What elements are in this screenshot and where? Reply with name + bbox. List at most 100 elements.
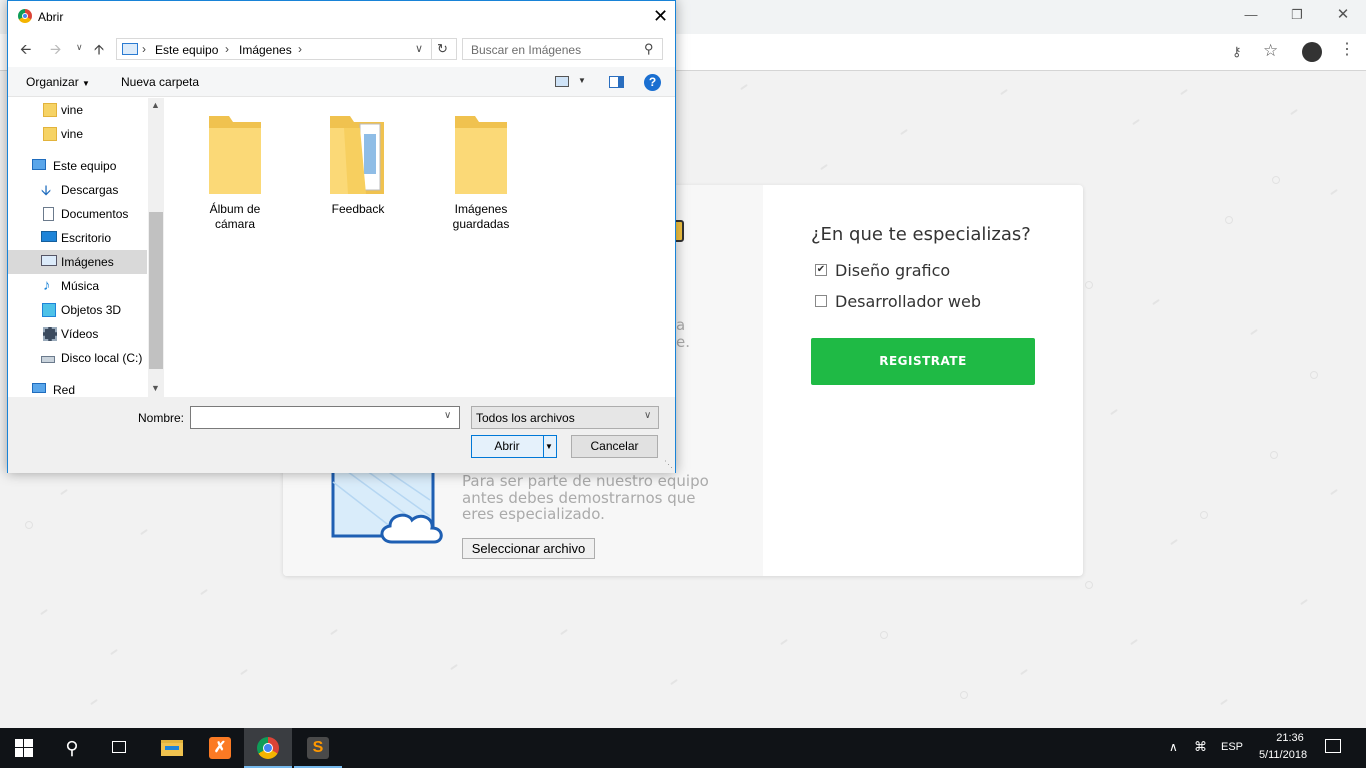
file-explorer-icon[interactable] xyxy=(148,728,196,768)
navigation-pane: vine vine Este equipo 🡫 Descargas Docume… xyxy=(8,98,163,397)
up-icon[interactable]: 🡩 xyxy=(94,39,104,63)
nav-item-label: Imágenes xyxy=(61,255,114,269)
breadcrumb-imagenes[interactable]: Imágenes xyxy=(239,43,292,57)
clock-date[interactable]: 5/11/2018 xyxy=(1252,749,1314,761)
avatar[interactable] xyxy=(1302,42,1322,62)
nav-item-vine-2[interactable]: vine xyxy=(8,122,146,146)
nav-item-descargas[interactable]: 🡫 Descargas xyxy=(8,178,146,202)
folder-label: cámara xyxy=(214,217,255,231)
task-view-icon[interactable] xyxy=(96,728,144,768)
nav-item-musica[interactable]: ♪ Música xyxy=(8,274,146,298)
chrome-icon xyxy=(18,9,32,23)
chevron-down-icon[interactable]: ∨ xyxy=(415,42,423,55)
breadcrumb-este-equipo[interactable]: Este equipo xyxy=(155,43,218,57)
address-bar[interactable]: › Este equipo › Imágenes › ∨ ↻ xyxy=(116,38,457,60)
back-icon[interactable]: 🡨 xyxy=(20,39,31,63)
option-checkbox-design[interactable]: ✔ xyxy=(815,264,827,276)
nav-item-label: Descargas xyxy=(61,183,119,197)
breadcrumb-separator: › xyxy=(225,42,229,56)
option-checkbox-web[interactable] xyxy=(815,295,827,307)
select-file-button[interactable]: Seleccionar archivo xyxy=(462,538,595,559)
sublime-text-icon[interactable]: S xyxy=(294,728,342,768)
folder-label: Álbum de xyxy=(209,202,261,216)
pictures-icon xyxy=(41,255,57,266)
scroll-down-icon[interactable]: ▼ xyxy=(151,383,160,393)
chevron-down-icon[interactable]: ∨ xyxy=(76,42,83,53)
organize-label: Organizar xyxy=(26,75,79,89)
network-icon xyxy=(32,383,46,393)
folder-icon xyxy=(43,103,57,117)
chrome-taskbar-icon[interactable] xyxy=(244,728,292,768)
folder-item-imagenes-guardadas[interactable]: Imágenes guardadas xyxy=(426,114,536,232)
pictures-icon xyxy=(122,43,138,55)
taskbar: ⚲ ✗ S ∧ ⌘ ESP 21:36 5/11/2018 xyxy=(0,728,1366,768)
menu-icon[interactable]: ⋮ xyxy=(1339,42,1355,58)
close-browser-button[interactable]: ✕ xyxy=(1331,6,1355,24)
cancel-button[interactable]: Cancelar xyxy=(571,435,658,458)
filename-label: Nombre: xyxy=(138,411,185,425)
notification-icon[interactable] xyxy=(1325,739,1341,753)
minimize-button[interactable]: — xyxy=(1239,6,1263,24)
dropdown-arrow-icon[interactable]: ▼ xyxy=(545,436,553,457)
dialog-footer: Nombre: ∨ Todos los archivos ∨ Abrir ▼ C… xyxy=(8,397,675,473)
wifi-icon[interactable]: ⌘ xyxy=(1194,739,1207,755)
star-icon[interactable]: ☆ xyxy=(1263,41,1278,61)
specialization-question: ¿En que te especializas? xyxy=(811,224,1031,245)
resize-grip-icon[interactable]: ⋱ xyxy=(664,459,673,470)
chevron-down-icon[interactable]: ∨ xyxy=(644,410,651,421)
view-icon[interactable] xyxy=(555,76,569,87)
refresh-icon[interactable]: ↻ xyxy=(437,41,448,57)
close-icon[interactable]: ✕ xyxy=(653,7,668,25)
computer-icon xyxy=(32,159,46,170)
scrollbar-thumb[interactable] xyxy=(149,212,163,369)
nav-item-label: Disco local (C:) xyxy=(61,351,143,365)
nav-item-objetos-3d[interactable]: Objetos 3D xyxy=(8,298,146,322)
chevron-down-icon[interactable]: ∨ xyxy=(444,410,451,421)
help-icon[interactable]: ? xyxy=(644,74,661,91)
open-file-dialog: Abrir ✕ 🡨 🡪 ∨ 🡩 › Este equipo › Imágenes… xyxy=(7,0,676,473)
chevron-up-icon[interactable]: ∧ xyxy=(1169,740,1178,754)
nav-item-disco-local[interactable]: Disco local (C:) xyxy=(8,346,146,370)
search-icon[interactable]: ⚲ xyxy=(48,728,96,768)
download-icon: 🡫 xyxy=(41,182,52,198)
forward-icon[interactable]: 🡪 xyxy=(50,39,61,63)
dropdown-arrow-icon[interactable]: ▼ xyxy=(578,76,586,85)
restore-button[interactable]: ❐ xyxy=(1285,6,1309,24)
search-icon[interactable]: ⚲ xyxy=(644,41,654,57)
nav-item-vine-1[interactable]: vine xyxy=(8,98,146,122)
nav-item-videos[interactable]: Vídeos xyxy=(8,322,146,346)
organize-button[interactable]: Organizar ▼ xyxy=(26,75,90,89)
file-type-select[interactable]: Todos los archivos ∨ xyxy=(471,406,659,429)
video-icon xyxy=(43,327,57,341)
nav-item-escritorio[interactable]: Escritorio xyxy=(8,226,146,250)
partial-text: e. xyxy=(676,333,690,351)
nav-scrollbar[interactable]: ▲ ▼ xyxy=(148,98,164,397)
folder-icon xyxy=(43,127,57,141)
file-list: Álbum de cámara Feedback Imágenes guarda… xyxy=(164,98,675,397)
open-button-label: Abrir xyxy=(494,439,520,453)
nav-item-este-equipo[interactable]: Este equipo xyxy=(8,154,146,178)
nav-item-label: Música xyxy=(61,279,100,293)
nav-item-label: Escritorio xyxy=(61,231,112,245)
nav-item-documentos[interactable]: Documentos xyxy=(8,202,146,226)
start-button[interactable] xyxy=(0,728,48,768)
scroll-up-icon[interactable]: ▲ xyxy=(151,100,160,110)
language-indicator[interactable]: ESP xyxy=(1221,741,1243,753)
preview-pane-icon[interactable] xyxy=(609,76,624,88)
folder-item-feedback[interactable]: Feedback xyxy=(303,114,413,217)
filename-input[interactable] xyxy=(193,409,433,426)
folder-item-album-camara[interactable]: Álbum de cámara xyxy=(180,114,290,232)
folder-label: guardadas xyxy=(452,217,510,231)
xampp-icon[interactable]: ✗ xyxy=(196,728,244,768)
folder-label: Imágenes xyxy=(454,202,508,216)
key-icon[interactable]: ⚷ xyxy=(1232,44,1242,60)
clock-time[interactable]: 21:36 xyxy=(1266,732,1314,744)
nav-item-imagenes[interactable]: Imágenes xyxy=(8,250,147,274)
partial-text: a xyxy=(676,316,686,334)
filename-field[interactable]: ∨ xyxy=(190,406,460,429)
nav-item-label: vine xyxy=(61,127,84,141)
search-input[interactable]: Buscar en Imágenes ⚲ xyxy=(462,38,663,60)
new-folder-button[interactable]: Nueva carpeta xyxy=(121,75,199,89)
register-button[interactable]: REGISTRATE xyxy=(811,338,1035,385)
open-button[interactable]: Abrir ▼ xyxy=(471,435,557,458)
